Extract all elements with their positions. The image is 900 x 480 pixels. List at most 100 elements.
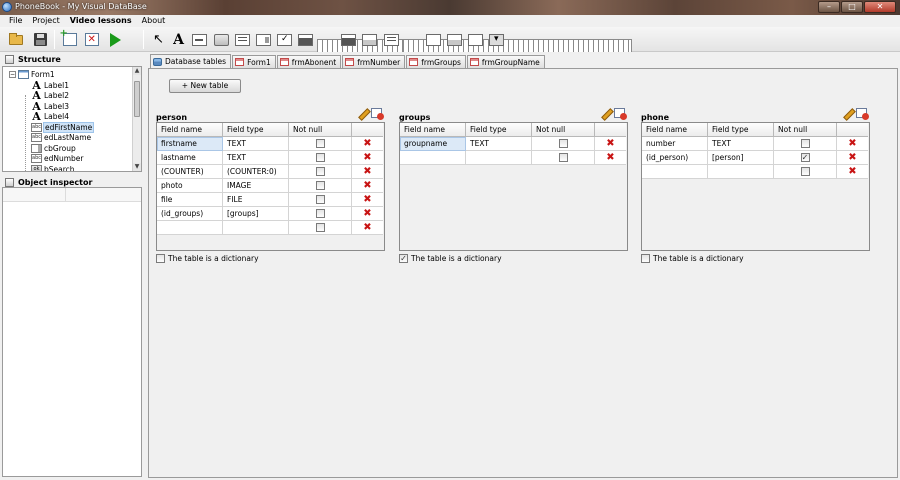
delete-field-icon[interactable]: ✖ — [837, 165, 868, 179]
field-name-cell[interactable]: number — [642, 137, 708, 151]
delete-field-icon[interactable]: ✖ — [837, 151, 868, 165]
field-name-cell[interactable] — [400, 151, 466, 165]
field-name-cell[interactable] — [157, 221, 223, 235]
delete-field-icon[interactable]: ✖ — [352, 207, 383, 221]
dictionary-option[interactable]: ✓ The table is a dictionary — [399, 254, 502, 263]
groupbox-tool[interactable] — [296, 30, 315, 49]
table-row[interactable]: number TEXT ✖ — [642, 137, 869, 151]
edit-table-icon[interactable] — [600, 108, 610, 118]
tree-node-bsearch[interactable]: ok bSearch — [31, 164, 75, 171]
field-name-cell[interactable]: (id_person) — [642, 151, 708, 165]
not-null-checkbox[interactable] — [315, 167, 325, 176]
delete-field-icon[interactable]: ✖ — [837, 137, 868, 151]
not-null-checkbox[interactable] — [800, 167, 810, 176]
field-type-cell[interactable] — [708, 165, 774, 179]
table-row[interactable]: (COUNTER) (COUNTER:0) ✖ — [157, 165, 384, 179]
run-button[interactable] — [106, 30, 125, 49]
field-type-cell[interactable]: TEXT — [708, 137, 774, 151]
not-null-checkbox[interactable] — [315, 209, 325, 218]
table-row-new[interactable]: ✖ — [642, 165, 869, 179]
not-null-checkbox[interactable] — [558, 153, 568, 162]
app-icon[interactable] — [2, 2, 12, 12]
tree-node-form1[interactable]: − Form1 — [9, 69, 55, 80]
tree-node-edlastname[interactable]: abc edLastName — [31, 133, 91, 144]
fields-grid[interactable]: Field name Field type Not null firstname… — [156, 122, 385, 251]
not-null-checkbox[interactable] — [558, 139, 568, 148]
field-type-cell[interactable] — [466, 151, 532, 165]
table-row[interactable]: groupname TEXT ✖ — [400, 137, 627, 151]
tab-frmabonent[interactable]: frmAbonent — [276, 55, 342, 68]
collapse-icon[interactable]: − — [9, 70, 16, 78]
datetime-tool[interactable] — [339, 30, 358, 49]
structure-scrollbar[interactable]: ▲ ▼ — [132, 67, 141, 171]
combobox-tool[interactable] — [254, 30, 273, 49]
label-tool[interactable]: A — [169, 30, 188, 49]
field-name-cell[interactable]: groupname — [400, 137, 466, 151]
not-null-checkbox[interactable] — [315, 181, 325, 190]
delete-field-icon[interactable]: ✖ — [595, 137, 626, 151]
menu-about[interactable]: About — [137, 15, 171, 27]
column-header-not-null[interactable]: Not null — [532, 123, 595, 137]
field-type-cell[interactable]: TEXT — [223, 137, 289, 151]
save-button[interactable] — [31, 30, 50, 49]
delete-table-icon[interactable] — [371, 108, 384, 120]
form-tool[interactable] — [445, 30, 464, 49]
tab-form1[interactable]: Form1 — [232, 55, 276, 68]
table-row[interactable]: (id_groups) [groups] ✖ — [157, 207, 384, 221]
field-type-cell[interactable]: [groups] — [223, 207, 289, 221]
edit-table-icon[interactable] — [357, 108, 367, 118]
grid-tool[interactable] — [317, 30, 546, 168]
menu-project[interactable]: Project — [27, 15, 64, 27]
menu-video-lessons[interactable]: Video lessons — [65, 15, 137, 27]
field-type-cell[interactable]: [person] — [708, 151, 774, 165]
frame-tool[interactable] — [466, 30, 485, 49]
not-null-checkbox[interactable] — [315, 139, 325, 148]
column-header-field-name[interactable]: Field name — [157, 123, 223, 137]
dropdown-tool[interactable] — [487, 30, 506, 49]
checkbox-tool[interactable] — [275, 30, 294, 49]
column-header-not-null[interactable]: Not null — [774, 123, 837, 137]
delete-form-button[interactable] — [82, 30, 101, 49]
object-inspector[interactable] — [2, 187, 142, 477]
dictionary-checkbox[interactable] — [156, 254, 165, 263]
fields-grid[interactable]: Field name Field type Not null groupname… — [399, 122, 628, 251]
field-name-cell[interactable]: firstname — [157, 137, 223, 151]
field-name-cell[interactable] — [642, 165, 708, 179]
not-null-checkbox[interactable] — [315, 195, 325, 204]
column-header-field-type[interactable]: Field type — [466, 123, 532, 137]
field-name-cell[interactable]: file — [157, 193, 223, 207]
edit-table-icon[interactable] — [842, 108, 852, 118]
tab-frmgroups[interactable]: frmGroups — [406, 55, 466, 68]
field-name-cell[interactable]: photo — [157, 179, 223, 193]
dictionary-option[interactable]: The table is a dictionary — [156, 254, 259, 263]
dictionary-checkbox[interactable]: ✓ — [399, 254, 408, 263]
table-row-new[interactable]: ✖ — [400, 151, 627, 165]
table-row[interactable]: photo IMAGE ✖ — [157, 179, 384, 193]
tree-node-ednumber[interactable]: abc edNumber — [31, 154, 84, 165]
maximize-button[interactable]: □ — [841, 1, 863, 13]
column-header-field-name[interactable]: Field name — [642, 123, 708, 137]
panel-pin-icon[interactable] — [5, 177, 14, 187]
delete-field-icon[interactable]: ✖ — [352, 179, 383, 193]
table-row-new[interactable]: ✖ — [157, 221, 384, 235]
delete-field-icon[interactable]: ✖ — [595, 151, 626, 165]
shape-tool[interactable] — [424, 30, 443, 49]
field-name-cell[interactable]: (COUNTER) — [157, 165, 223, 179]
dictionary-checkbox[interactable] — [641, 254, 650, 263]
new-table-button[interactable]: + New table — [169, 79, 241, 93]
column-header-not-null[interactable]: Not null — [289, 123, 352, 137]
tab-frmgroupname[interactable]: frmGroupName — [466, 55, 545, 68]
delete-table-icon[interactable] — [856, 108, 869, 120]
tree-node-cbgroup[interactable]: cbGroup — [31, 143, 76, 154]
delete-field-icon[interactable]: ✖ — [352, 151, 383, 165]
field-name-cell[interactable]: (id_groups) — [157, 207, 223, 221]
scroll-thumb[interactable] — [134, 81, 140, 117]
table-row[interactable]: (id_person) [person] ✓ ✖ — [642, 151, 869, 165]
field-type-cell[interactable]: (COUNTER:0) — [223, 165, 289, 179]
field-type-cell[interactable]: IMAGE — [223, 179, 289, 193]
pointer-tool[interactable]: ↖ — [149, 30, 168, 49]
delete-field-icon[interactable]: ✖ — [352, 165, 383, 179]
tab-frmnumber[interactable]: frmNumber — [342, 55, 406, 68]
menu-file[interactable]: File — [4, 15, 27, 27]
memo-tool[interactable] — [233, 30, 252, 49]
